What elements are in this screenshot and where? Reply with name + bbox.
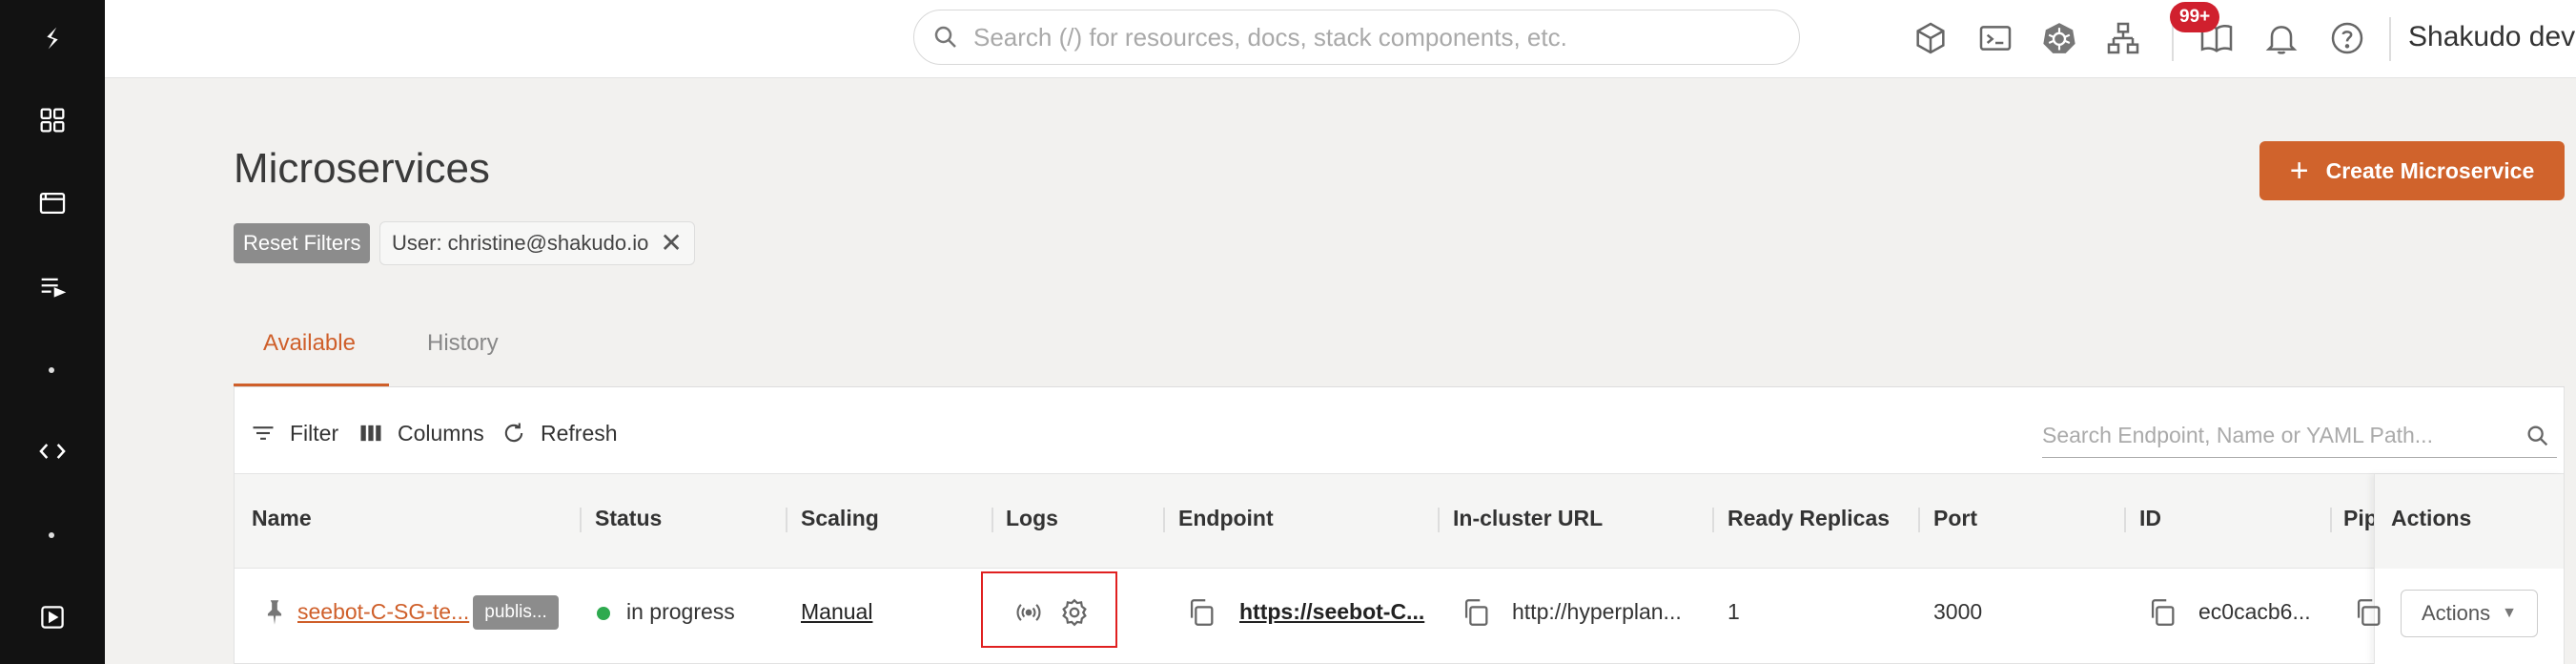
port-value: 3000 (1933, 599, 1983, 624)
column-header-ready-replicas[interactable]: Ready Replicas (1728, 506, 1890, 531)
refresh-icon (504, 423, 523, 443)
filter-label: Filter (290, 420, 339, 446)
notification-badge: 99+ (2170, 2, 2220, 32)
header-divider (2389, 17, 2391, 61)
column-resize-handle[interactable] (786, 508, 787, 532)
tab-history[interactable]: History (427, 330, 499, 357)
create-microservice-button[interactable]: + Create Microservice (2259, 141, 2565, 200)
column-header-in-cluster-url[interactable]: In-cluster URL (1453, 506, 1603, 531)
column-resize-handle[interactable] (2124, 508, 2126, 532)
in-cluster-url-text: http://hyperplan... (1512, 599, 1682, 624)
columns-icon (360, 425, 381, 442)
global-search-input[interactable] (973, 22, 1774, 52)
column-header-scaling[interactable]: Scaling (801, 506, 879, 531)
column-resize-handle[interactable] (1163, 508, 1165, 532)
endpoint-link[interactable]: https://seebot-C... (1239, 599, 1424, 625)
refresh-label: Refresh (541, 420, 618, 446)
page-title: Microservices (234, 145, 490, 192)
row-actions-label: Actions (2422, 601, 2491, 625)
column-header-id[interactable]: ID (2139, 506, 2161, 531)
column-resize-handle[interactable] (992, 508, 993, 532)
column-header-port[interactable]: Port (1933, 506, 1977, 531)
copy-id-icon[interactable] (2145, 595, 2179, 630)
user-name[interactable]: Shakudo dev (2408, 21, 2575, 53)
create-microservice-label: Create Microservice (2325, 157, 2535, 183)
column-resize-handle[interactable] (580, 508, 582, 532)
status-text: in progress (626, 599, 735, 624)
table-search-input[interactable] (2042, 423, 2500, 448)
dot-icon[interactable] (49, 367, 54, 373)
ready-replicas-value: 1 (1728, 599, 1740, 624)
active-tab-indicator (234, 384, 389, 386)
columns-button[interactable]: Columns (358, 420, 484, 446)
terminal-icon[interactable] (1974, 17, 2016, 59)
column-header-status[interactable]: Status (595, 506, 662, 531)
live-logs-icon[interactable] (1012, 595, 1046, 630)
browser-window-icon[interactable] (0, 175, 105, 232)
dashboard-grid-icon[interactable] (0, 92, 105, 149)
bell-icon[interactable] (2260, 17, 2302, 59)
copy-endpoint-icon[interactable] (1184, 595, 1218, 630)
logs-highlight-box (981, 571, 1117, 648)
plus-icon: + (2289, 153, 2309, 189)
sidebar (0, 0, 105, 664)
filter-icon (253, 426, 274, 440)
cube-icon[interactable] (1910, 17, 1952, 59)
microservice-name-link[interactable]: seebot-C-SG-te... (297, 599, 469, 625)
status-dot-icon (597, 607, 610, 620)
column-header-pipeline[interactable]: Pip (2343, 506, 2378, 531)
chevron-down-icon: ▼ (2502, 605, 2517, 621)
dot-icon[interactable] (49, 532, 54, 538)
global-search[interactable] (913, 10, 1800, 65)
column-resize-handle[interactable] (1918, 508, 1920, 532)
shakudo-logo-icon[interactable] (0, 10, 105, 67)
refresh-button[interactable]: Refresh (501, 420, 618, 446)
user-filter-chip: User: christine@shakudo.io ✕ (379, 221, 695, 265)
play-box-icon[interactable] (0, 589, 105, 646)
help-icon[interactable] (2326, 17, 2368, 59)
network-tree-icon[interactable] (2102, 17, 2144, 59)
settings-logs-icon[interactable] (1057, 595, 1092, 630)
playlist-icon[interactable] (0, 258, 105, 315)
column-header-actions: Actions (2391, 506, 2472, 530)
pin-icon[interactable] (257, 595, 292, 630)
column-header-logs[interactable]: Logs (1006, 506, 1058, 531)
column-resize-handle[interactable] (1712, 508, 1714, 532)
column-resize-handle[interactable] (2330, 508, 2332, 532)
copy-in-cluster-url-icon[interactable] (1459, 595, 1493, 630)
filter-button[interactable]: Filter (250, 420, 338, 446)
code-icon[interactable] (0, 423, 105, 480)
id-value: ec0cacb6... (2198, 599, 2311, 624)
close-icon[interactable]: ✕ (660, 230, 682, 257)
published-tag: publis... (473, 595, 559, 630)
user-filter-label: User: christine@shakudo.io (392, 231, 649, 255)
table-header-row (235, 473, 2564, 569)
reset-filters-button[interactable]: Reset Filters (234, 223, 371, 263)
search-icon (2527, 425, 2548, 446)
columns-label: Columns (398, 420, 484, 446)
tab-available[interactable]: Available (263, 330, 356, 357)
column-header-endpoint[interactable]: Endpoint (1178, 506, 1274, 531)
kubernetes-icon[interactable] (2038, 17, 2080, 59)
column-header-name[interactable]: Name (252, 506, 312, 531)
table-search[interactable] (2042, 414, 2557, 458)
row-actions-dropdown[interactable]: Actions ▼ (2401, 590, 2538, 637)
copy-pipeline-icon[interactable] (2351, 595, 2385, 630)
column-resize-handle[interactable] (1438, 508, 1440, 532)
scaling-link[interactable]: Manual (801, 599, 872, 625)
search-icon (934, 26, 956, 48)
